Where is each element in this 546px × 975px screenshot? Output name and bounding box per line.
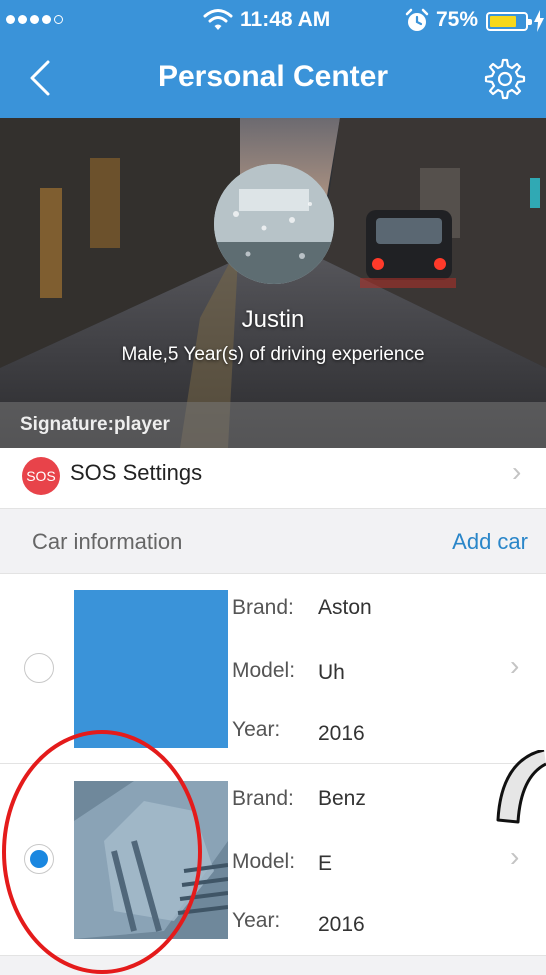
status-time: 11:48 AM	[240, 8, 331, 31]
sos-settings-row[interactable]: SOS SOS Settings ›	[0, 448, 546, 506]
model-value: E	[318, 852, 333, 875]
car-section-header: Car information Add car	[0, 508, 546, 574]
battery-icon	[486, 12, 532, 31]
settings-button[interactable]	[484, 58, 526, 100]
model-value: Uh	[318, 661, 345, 684]
sos-settings-label: SOS Settings	[70, 460, 203, 485]
year-label: Year:	[232, 718, 281, 741]
top-app-bar: 11:48 AM 75% Personal Center	[0, 0, 546, 118]
alarm-clock-icon	[404, 8, 430, 40]
user-details: Male,5 Year(s) of driving experience	[121, 344, 425, 365]
profile-header: Justin Male,5 Year(s) of driving experie…	[0, 118, 546, 448]
car-image	[74, 590, 228, 748]
sos-icon: SOS	[22, 457, 60, 495]
chevron-right-icon: ›	[510, 841, 520, 872]
brand-label: Brand:	[232, 596, 294, 619]
status-bar: 11:48 AM 75%	[0, 0, 546, 40]
signal-dots-icon	[6, 15, 63, 24]
annotation-circle	[2, 730, 202, 974]
chevron-right-icon: ›	[512, 456, 522, 487]
charging-bolt-icon	[533, 10, 545, 38]
brand-value: Aston	[318, 596, 372, 619]
gear-icon	[484, 58, 526, 100]
signature-bar: Signature:player	[0, 402, 546, 448]
swipe-hint-icon	[494, 748, 546, 830]
chevron-right-icon: ›	[510, 650, 520, 681]
car-photo-in-background	[360, 210, 456, 288]
car-select-radio[interactable]	[24, 653, 54, 683]
wifi-icon	[203, 8, 233, 38]
year-value: 2016	[318, 722, 365, 745]
model-label: Model:	[232, 850, 296, 873]
car-section-title: Car information	[32, 529, 183, 554]
signature-text: Signature:player	[20, 414, 170, 435]
brand-value: Benz	[318, 787, 366, 810]
rainy-window-avatar-image	[214, 164, 334, 284]
year-value: 2016	[318, 913, 365, 936]
avatar[interactable]	[214, 164, 334, 284]
add-car-button[interactable]: Add car	[452, 529, 528, 555]
brand-label: Brand:	[232, 787, 294, 810]
model-label: Model:	[232, 659, 296, 682]
battery-percentage: 75%	[436, 8, 479, 31]
page-title: Personal Center	[157, 60, 389, 93]
user-name: Justin	[241, 306, 305, 333]
year-label: Year:	[232, 909, 281, 932]
